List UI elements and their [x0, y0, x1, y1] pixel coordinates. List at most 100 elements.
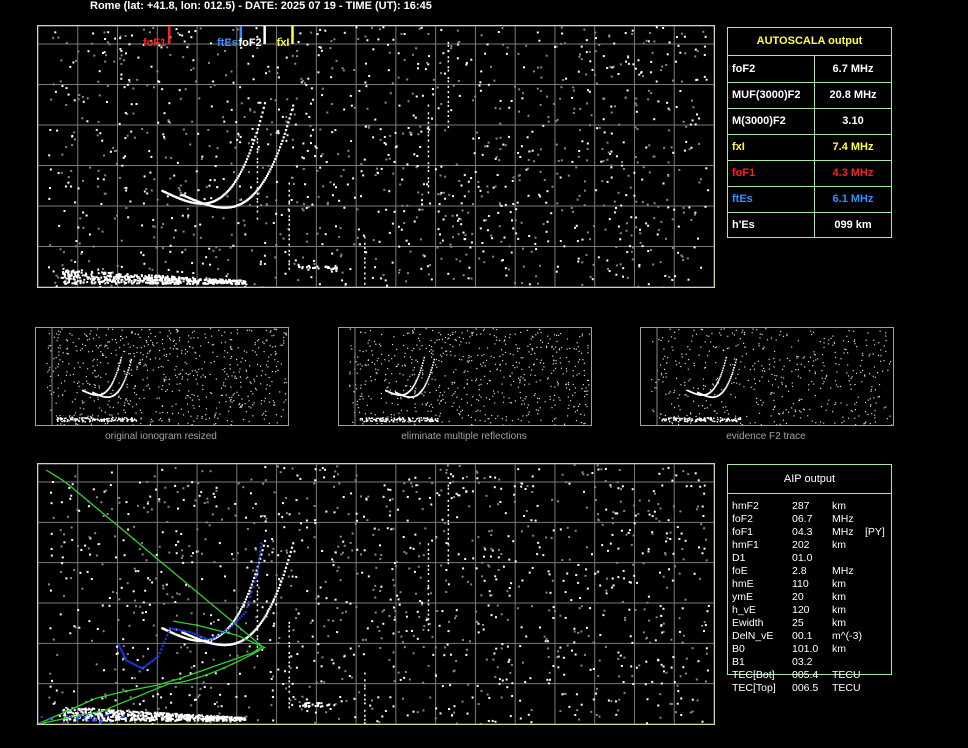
- autoscala-key: MUF(3000)F2: [732, 89, 801, 101]
- aip-row: hmE 110 km: [732, 578, 892, 591]
- autoscala-key: foF2: [732, 63, 756, 75]
- aip-name: ymE: [732, 591, 753, 603]
- marker-label-ftEs: ftEs: [217, 37, 238, 49]
- e-layer-trace: [62, 701, 336, 722]
- autoscala-key: h'Es: [732, 219, 755, 231]
- top-ionogram-svg: foF1 ftEs foF2 fxI: [38, 26, 714, 287]
- aip-title: AIP output: [728, 465, 891, 494]
- aip-unit: km: [832, 604, 846, 616]
- autoscala-value: 20.8 MHz: [814, 82, 891, 108]
- aip-name: hmF1: [732, 539, 759, 551]
- bottom-ionogram-svg: [38, 464, 714, 724]
- autoscala-value: 6.7 MHz: [814, 56, 891, 82]
- top-ionogram-plot: foF1 ftEs foF2 fxI: [37, 25, 715, 288]
- aip-unit: TECU: [832, 669, 861, 681]
- aip-unit: km: [832, 578, 846, 590]
- aip-value: 04.3: [792, 526, 813, 538]
- thumb-caption-evidence: evidence F2 trace: [726, 431, 806, 442]
- autoscala-row: ftEs 6.1 MHz: [728, 186, 891, 213]
- noise-dots: [48, 464, 710, 724]
- aip-row: DelN_vE 00.1 m^(-3): [732, 630, 892, 643]
- aip-name: D1: [732, 552, 746, 564]
- autoscala-key: fxI: [732, 141, 745, 153]
- aip-unit: m^(-3): [832, 630, 863, 642]
- aip-name: TEC[Top]: [732, 682, 776, 694]
- aip-unit: TECU: [832, 682, 861, 694]
- aip-name: DelN_vE: [732, 630, 774, 642]
- aip-name: TEC[Bot]: [732, 669, 775, 681]
- aip-row: TEC[Bot] 005.4 TECU: [732, 669, 892, 682]
- aip-name: foE: [732, 565, 748, 577]
- aip-row: ymE 20 km: [732, 591, 892, 604]
- autoscala-title: AUTOSCALA output: [728, 28, 891, 56]
- aip-row: foF1 04.3 MHz [PY]: [732, 526, 892, 539]
- aip-unit: MHz: [832, 513, 854, 525]
- thumb-evidence: [640, 327, 894, 426]
- aip-name: h_vE: [732, 604, 756, 616]
- thumb-caption-original: original ionogram resized: [105, 431, 217, 442]
- aip-value: 20: [792, 591, 804, 603]
- autoscala-row: MUF(3000)F2 20.8 MHz: [728, 82, 891, 109]
- aip-value: 00.1: [792, 630, 813, 642]
- aip-name: hmE: [732, 578, 754, 590]
- autoscala-panel: AUTOSCALA output foF2 6.7 MHz MUF(3000)F2 2…: [727, 27, 892, 238]
- aip-row: B1 03.2: [732, 656, 892, 669]
- autoscala-row: h'Es 099 km: [728, 212, 891, 238]
- bottom-ionogram-plot: [37, 463, 715, 725]
- e-layer-trace: [62, 264, 338, 285]
- thumb-caption-eliminate: eliminate multiple reflections: [401, 431, 527, 442]
- aip-row: D1 01.0: [732, 552, 892, 565]
- autoscala-key: ftEs: [732, 193, 753, 205]
- aip-row: B0 101.0 km: [732, 643, 892, 656]
- aip-unit: MHz: [832, 526, 854, 538]
- aip-unit: MHz: [832, 565, 854, 577]
- aip-unit: km: [832, 539, 846, 551]
- autoscala-value: 099 km: [814, 212, 891, 238]
- aip-row: hmF2 287 km: [732, 500, 892, 513]
- aip-row: foE 2.8 MHz: [732, 565, 892, 578]
- aip-value: 03.2: [792, 656, 813, 668]
- aip-name: foF2: [732, 513, 754, 525]
- aip-value: 120: [792, 604, 810, 616]
- aip-name: B1: [732, 656, 745, 668]
- aip-value: 110: [792, 578, 809, 590]
- aip-value: 202: [792, 539, 810, 551]
- aip-row: hmF1 202 km: [732, 539, 892, 552]
- autoscala-value: 3.10: [814, 108, 891, 134]
- autoscala-value: 4.3 MHz: [814, 160, 891, 186]
- autoscala-value: 6.1 MHz: [814, 186, 891, 212]
- autoscala-row: fxI 7.4 MHz: [728, 134, 891, 161]
- aip-value: 005.4: [792, 669, 819, 681]
- aip-unit: km: [832, 617, 846, 629]
- marker-label-fxI: fxI: [277, 37, 290, 49]
- marker-label-foF1: foF1: [143, 37, 166, 49]
- aip-name: Ewidth: [732, 617, 764, 629]
- noise-dots: [48, 26, 710, 287]
- autoscala-row: foF2 6.7 MHz: [728, 56, 891, 83]
- marker-label-foF2: foF2: [238, 37, 261, 49]
- autoscala-row: M(3000)F2 3.10: [728, 108, 891, 135]
- autoscala-key: foF1: [732, 167, 756, 179]
- autoscala-value: 7.4 MHz: [814, 134, 891, 160]
- ionogram-header: Rome (lat: +41.8, lon: 012.5) - DATE: 20…: [90, 0, 432, 12]
- aip-row: Ewidth 25 km: [732, 617, 892, 630]
- aip-unit: km: [832, 643, 846, 655]
- aip-name: foF1: [732, 526, 754, 538]
- aip-value: 06.7: [792, 513, 813, 525]
- aip-row: foF2 06.7 MHz: [732, 513, 892, 526]
- aip-row: h_vE 120 km: [732, 604, 892, 617]
- aip-value: 287: [792, 500, 810, 512]
- aip-unit: km: [832, 500, 846, 512]
- aip-value: 101.0: [792, 643, 819, 655]
- aip-flag: [PY]: [865, 526, 885, 538]
- thumb-original: [35, 327, 289, 426]
- aip-value: 006.5: [792, 682, 819, 694]
- aip-name: hmF2: [732, 500, 759, 512]
- autoscala-key: M(3000)F2: [732, 115, 786, 127]
- aip-value: 2.8: [792, 565, 807, 577]
- aip-row: TEC[Top] 006.5 TECU: [732, 682, 892, 695]
- autoscala-row: foF1 4.3 MHz: [728, 160, 891, 187]
- aip-value: 25: [792, 617, 804, 629]
- thumb-eliminate: [338, 327, 592, 426]
- aip-value: 01.0: [792, 552, 813, 564]
